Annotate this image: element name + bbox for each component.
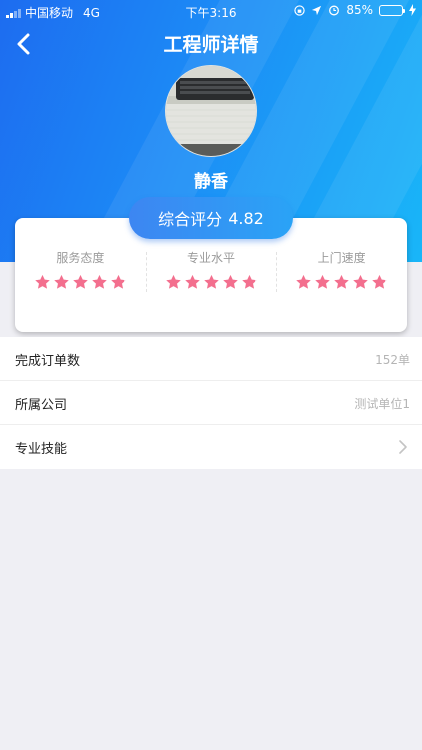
nav-bar: 工程师详情 (0, 24, 422, 64)
row-value: 测试单位1 (354, 397, 410, 411)
star-icon (241, 275, 257, 289)
star-rating (15, 274, 146, 290)
row-value: 152单 (375, 353, 410, 367)
overall-score-value: 4.82 (228, 208, 264, 228)
list-item-orders: 完成订单数 152单 (0, 337, 422, 381)
star-icon (222, 275, 238, 289)
rating-metric: 上门速度 (276, 250, 407, 292)
rotation-lock-icon (294, 4, 306, 16)
list-item-skills[interactable]: 专业技能 (0, 425, 422, 469)
avatar-photo (166, 66, 256, 156)
star-rating (276, 274, 407, 290)
row-label: 专业技能 (15, 442, 68, 457)
rating-metric: 专业水平 (145, 250, 277, 292)
charging-icon (409, 4, 416, 16)
star-icon (353, 275, 368, 289)
overall-score-label: 综合评分 (158, 210, 223, 229)
rating-metric-label: 上门速度 (317, 251, 366, 265)
list-item-company: 所属公司 测试单位1 (0, 381, 422, 425)
avatar (165, 65, 257, 157)
star-icon (334, 275, 349, 289)
overall-score-badge: 综合评分 4.82 (129, 197, 293, 239)
engineer-name: 静香 (194, 172, 228, 192)
rating-metric-label: 服务态度 (56, 251, 105, 265)
star-icon (315, 275, 330, 289)
star-rating (146, 274, 277, 290)
star-icon (73, 275, 88, 289)
star-icon (296, 275, 311, 289)
alarm-icon (329, 5, 340, 16)
row-label: 所属公司 (15, 398, 68, 413)
star-icon (92, 275, 107, 289)
rating-metric: 服务态度 (15, 250, 146, 290)
rating-metric-label: 专业水平 (187, 251, 236, 265)
chevron-right-icon (399, 440, 407, 454)
battery-percent: 85% (346, 3, 373, 17)
star-icon (35, 275, 50, 289)
star-icon (111, 275, 126, 289)
star-icon (372, 275, 387, 289)
star-icon (203, 275, 219, 289)
star-icon (184, 275, 200, 289)
star-icon (165, 275, 181, 289)
detail-list: 完成订单数 152单 所属公司 测试单位1 专业技能 (0, 337, 422, 469)
status-bar: 中国移动 4G 下午3:16 85% (0, 0, 422, 22)
location-icon (312, 5, 322, 15)
page-title: 工程师详情 (163, 34, 259, 56)
row-label: 完成订单数 (15, 354, 81, 369)
battery-icon (379, 4, 405, 16)
star-icon (54, 275, 69, 289)
